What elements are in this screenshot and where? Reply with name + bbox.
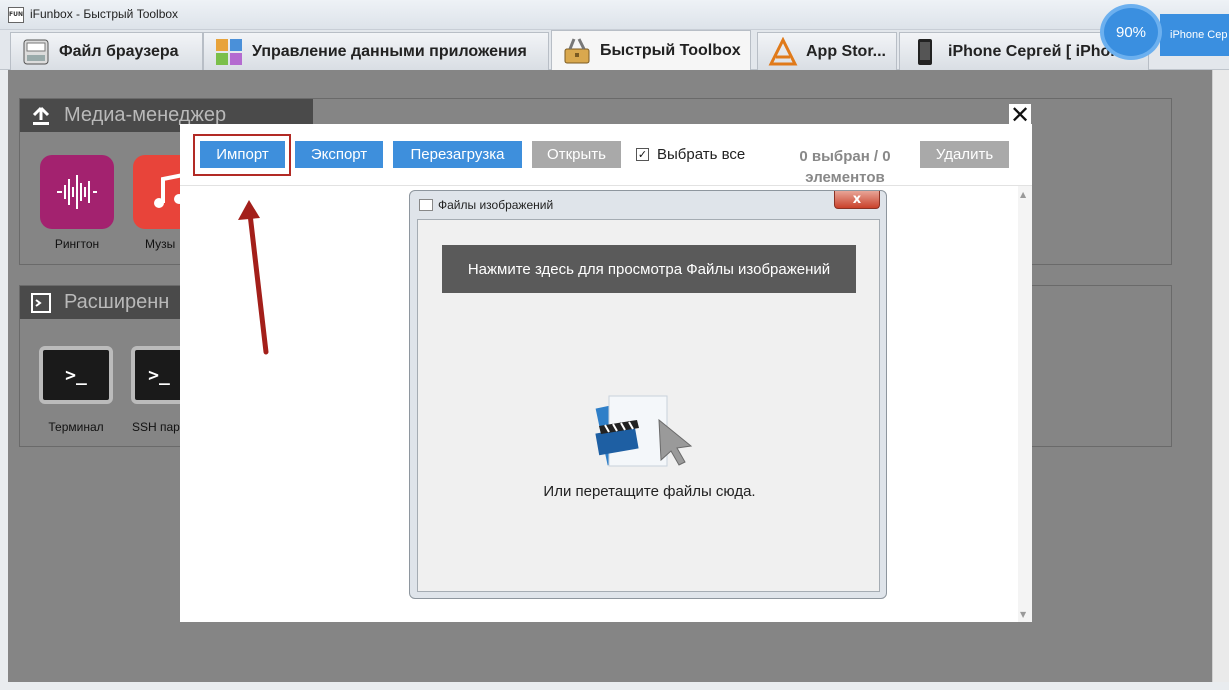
tab-label: Быстрый Toolbox (600, 41, 741, 59)
progress-badge: 90% (1100, 4, 1162, 60)
dialog-close-icon[interactable]: ✕ (1009, 103, 1031, 127)
tab-label: App Stor... (806, 42, 886, 60)
fun-disk-icon (23, 39, 49, 64)
import-button[interactable]: Импорт (200, 141, 285, 168)
ringtone-tile[interactable]: Рингтон (40, 155, 114, 251)
export-button[interactable]: Экспорт (295, 141, 383, 168)
dialog-divider (180, 185, 1032, 186)
console-icon (31, 293, 51, 313)
tab-app-store[interactable]: App Stor... (757, 32, 897, 70)
scroll-up-icon[interactable]: ▲ (1020, 190, 1026, 199)
tile-label: Рингтон (54, 237, 100, 251)
window-icon (419, 199, 433, 211)
iphone-icon (918, 38, 932, 65)
open-button[interactable]: Открыть (532, 141, 621, 168)
tab-file-browser[interactable]: Файл браузера (10, 32, 203, 70)
tab-label: iPhone Сергей [ iPhone (948, 42, 1129, 60)
select-all[interactable]: ✓ Выбрать все (636, 146, 745, 163)
app-store-icon (768, 36, 798, 65)
main-scrollbar[interactable] (1212, 70, 1229, 682)
inner-window-title: Файлы изображений (438, 198, 554, 212)
window-title: iFunbox - Быстрый Toolbox (30, 7, 179, 21)
select-all-label: Выбрать все (657, 146, 746, 163)
selection-count: 0 выбран / 0 элементов (799, 148, 891, 186)
drop-zone[interactable]: Нажмите здесь для просмотра Файлы изобра… (417, 219, 880, 592)
tile-label: SSH пар (132, 420, 180, 434)
toolbox-icon (564, 37, 590, 63)
drop-hint: Или перетащите файлы сюда. (543, 483, 756, 500)
image-files-window: Файлы изображений x Нажмите здесь для пр… (409, 190, 887, 599)
terminal-icon: >_ (39, 346, 113, 404)
app-grid-icon (216, 38, 242, 65)
tab-quick-toolbox[interactable]: Быстрый Toolbox (551, 30, 751, 70)
ssh-terminal-icon: >_ (131, 346, 181, 404)
ringtone-icon (40, 155, 114, 229)
delete-button[interactable]: Удалить (920, 141, 1009, 168)
video-file-drop-icon (595, 395, 693, 467)
music-tile[interactable]: Музы (133, 155, 181, 251)
dialog-scrollbar[interactable]: ▲ ▼ (1018, 186, 1032, 622)
title-bar: FUN iFunbox - Быстрый Toolbox (0, 0, 1229, 30)
music-icon (133, 155, 181, 229)
tile-label: Музы (145, 237, 176, 251)
app-icon: FUN (8, 7, 24, 23)
tile-label: Терминал (48, 420, 104, 434)
tab-app-data[interactable]: Управление данными приложения (203, 32, 549, 70)
scroll-down-icon[interactable]: ▼ (1020, 610, 1026, 619)
select-all-checkbox[interactable]: ✓ (636, 148, 649, 161)
tab-label: Управление данными приложения (252, 42, 527, 60)
reload-button[interactable]: Перезагрузка (393, 141, 522, 168)
device-badge-panel: iPhone Cep (1160, 14, 1229, 56)
upload-icon (32, 106, 50, 125)
inner-close-button[interactable]: x (834, 191, 880, 209)
tab-label: Файл браузера (59, 42, 179, 60)
ssh-tile[interactable]: >_ SSH пар (131, 346, 181, 434)
browse-images-button[interactable]: Нажмите здесь для просмотра Файлы изобра… (442, 245, 856, 293)
tab-bar: Файл браузера Управление данными приложе… (0, 30, 1229, 70)
terminal-tile[interactable]: >_ Терминал (38, 346, 114, 434)
